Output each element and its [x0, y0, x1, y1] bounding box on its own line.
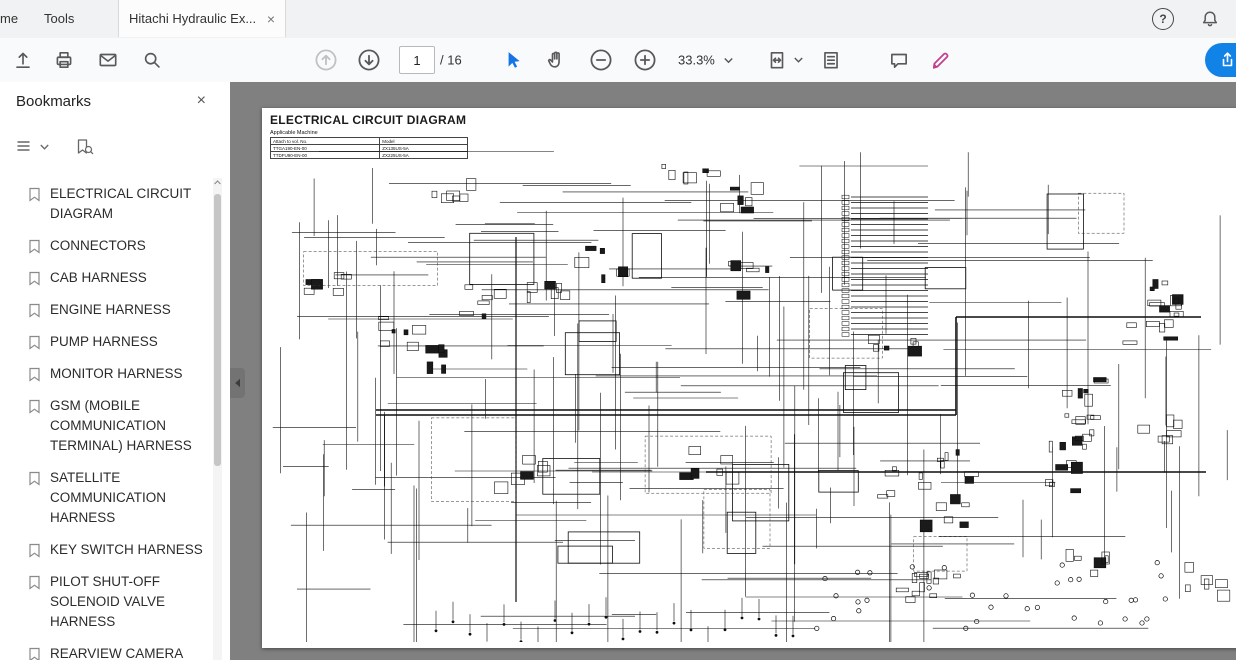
bookmark-icon — [28, 543, 41, 558]
bookmark-icon — [28, 271, 41, 286]
chevron-down-icon[interactable] — [40, 144, 49, 150]
scrolling-pages-icon — [820, 49, 842, 71]
locate-bookmark-icon[interactable] — [75, 138, 94, 156]
bookmark-icon — [28, 471, 41, 486]
zoom-out-button[interactable] — [589, 48, 613, 72]
bookmark-list: ELECTRICAL CIRCUIT DIAGRAM CONNECTORS CA… — [0, 176, 206, 660]
pdf-page: ELECTRICAL CIRCUIT DIAGRAM Applicable Ma… — [262, 108, 1236, 648]
zoom-in-button[interactable] — [633, 48, 657, 72]
bookmark-label: GSM (MOBILE COMMUNICATION TERMINAL) HARN… — [50, 396, 206, 456]
scroll-up-icon[interactable] — [213, 180, 222, 185]
help-icon[interactable]: ? — [1152, 8, 1174, 30]
tab-home[interactable]: me — [0, 0, 18, 38]
bookmark-item[interactable]: PUMP HARNESS — [28, 326, 206, 358]
bookmark-icon — [28, 239, 41, 254]
bookmark-item[interactable]: MONITOR HARNESS — [28, 358, 206, 390]
bookmark-label: SATELLITE COMMUNICATION HARNESS — [50, 468, 206, 528]
share-icon — [1217, 50, 1236, 70]
next-page-button[interactable] — [357, 48, 381, 72]
bookmark-label: ENGINE HARNESS — [50, 300, 171, 320]
bookmark-icon — [28, 335, 41, 350]
previous-page-button[interactable] — [314, 48, 338, 72]
tab-tools[interactable]: Tools — [30, 0, 88, 38]
bookmark-label: ELECTRICAL CIRCUIT DIAGRAM — [50, 184, 206, 224]
bookmarks-toolbar — [16, 134, 94, 160]
minus-circle-icon — [589, 48, 613, 72]
chevron-down-icon — [724, 57, 733, 63]
bookmark-icon — [28, 303, 41, 318]
collapse-sidebar-button[interactable] — [230, 368, 245, 398]
bookmark-item[interactable]: ENGINE HARNESS — [28, 294, 206, 326]
zoom-level-value: 33.3% — [678, 53, 715, 68]
share-document-button[interactable] — [1205, 43, 1236, 77]
main-toolbar: / 16 33.3% — [0, 38, 1236, 83]
bookmark-item[interactable]: PILOT SHUT-OFF SOLENOID VALVE HARNESS — [28, 566, 206, 638]
bookmark-options-icon[interactable] — [16, 139, 34, 155]
bookmark-label: PILOT SHUT-OFF SOLENOID VALVE HARNESS — [50, 572, 206, 632]
highlighter-pen-icon — [929, 48, 953, 72]
highlight-tool-button[interactable] — [929, 48, 953, 72]
notifications-bell-icon[interactable] — [1200, 9, 1220, 29]
diagram-title: ELECTRICAL CIRCUIT DIAGRAM — [270, 113, 466, 127]
bookmark-item[interactable]: KEY SWITCH HARNESS — [28, 534, 206, 566]
upload-icon — [12, 49, 34, 71]
chevron-down-icon — [794, 57, 803, 63]
fit-width-dropdown[interactable] — [766, 49, 803, 71]
bookmark-icon — [28, 647, 41, 660]
circuit-diagram-graphic — [266, 142, 1236, 642]
printer-icon — [53, 49, 75, 71]
bookmark-item[interactable]: GSM (MOBILE COMMUNICATION TERMINAL) HARN… — [28, 390, 206, 462]
save-file-button[interactable] — [12, 49, 34, 71]
close-panel-icon[interactable]: × — [197, 92, 206, 110]
tab-document[interactable]: Hitachi Hydraulic Ex... × — [118, 0, 286, 37]
bookmarks-header: Bookmarks × — [0, 82, 230, 124]
bookmarks-title: Bookmarks — [16, 93, 91, 110]
print-button[interactable] — [53, 49, 75, 71]
pointer-cursor-icon — [502, 49, 524, 71]
bookmark-label: CONNECTORS — [50, 236, 146, 256]
close-tab-icon[interactable]: × — [267, 11, 275, 27]
table-caption: Applicable Machine — [270, 130, 468, 136]
hand-icon — [545, 49, 567, 71]
bookmark-item[interactable]: ELECTRICAL CIRCUIT DIAGRAM — [28, 178, 206, 230]
arrow-down-circle-icon — [357, 48, 381, 72]
bookmark-icon — [28, 575, 41, 590]
bookmark-icon — [28, 399, 41, 414]
bookmark-icon — [28, 187, 41, 202]
bookmark-item[interactable]: CONNECTORS — [28, 230, 206, 262]
search-button[interactable] — [141, 49, 163, 71]
comment-tool-button[interactable] — [888, 49, 910, 71]
select-tool-button[interactable] — [502, 49, 524, 71]
hand-tool-button[interactable] — [545, 49, 567, 71]
bookmark-item[interactable]: REARVIEW CAMERA HARNESS — [28, 638, 206, 660]
page-number-input[interactable] — [399, 46, 435, 74]
tab-bar: me Tools Hitachi Hydraulic Ex... × ? — [0, 0, 1236, 39]
document-canvas: ELECTRICAL CIRCUIT DIAGRAM Applicable Ma… — [230, 82, 1236, 660]
comment-bubble-icon — [888, 49, 910, 71]
fit-page-icon — [766, 49, 788, 71]
bookmark-icon — [28, 367, 41, 382]
bookmark-label: REARVIEW CAMERA HARNESS — [50, 644, 206, 660]
page-count-label: / 16 — [440, 53, 462, 68]
zoom-level-dropdown[interactable]: 33.3% — [678, 53, 733, 68]
envelope-icon — [97, 49, 119, 71]
scrollbar-thumb[interactable] — [214, 194, 221, 466]
bookmark-label: MONITOR HARNESS — [50, 364, 183, 384]
sidebar-scrollbar[interactable] — [213, 178, 222, 660]
search-icon — [141, 49, 163, 71]
pdf-viewer-window: me Tools Hitachi Hydraulic Ex... × ? — [0, 0, 1236, 660]
bookmark-label: PUMP HARNESS — [50, 332, 158, 352]
chevron-left-icon — [234, 378, 241, 388]
bookmark-item[interactable]: SATELLITE COMMUNICATION HARNESS — [28, 462, 206, 534]
bookmark-label: KEY SWITCH HARNESS — [50, 540, 203, 560]
bookmarks-panel: Bookmarks × ELE — [0, 82, 230, 660]
bookmark-label: CAB HARNESS — [50, 268, 147, 288]
document-tab-label: Hitachi Hydraulic Ex... — [129, 11, 261, 26]
page-scrolling-button[interactable] — [820, 49, 842, 71]
bookmark-item[interactable]: CAB HARNESS — [28, 262, 206, 294]
plus-circle-icon — [633, 48, 657, 72]
arrow-up-circle-icon — [314, 48, 338, 72]
email-button[interactable] — [97, 49, 119, 71]
